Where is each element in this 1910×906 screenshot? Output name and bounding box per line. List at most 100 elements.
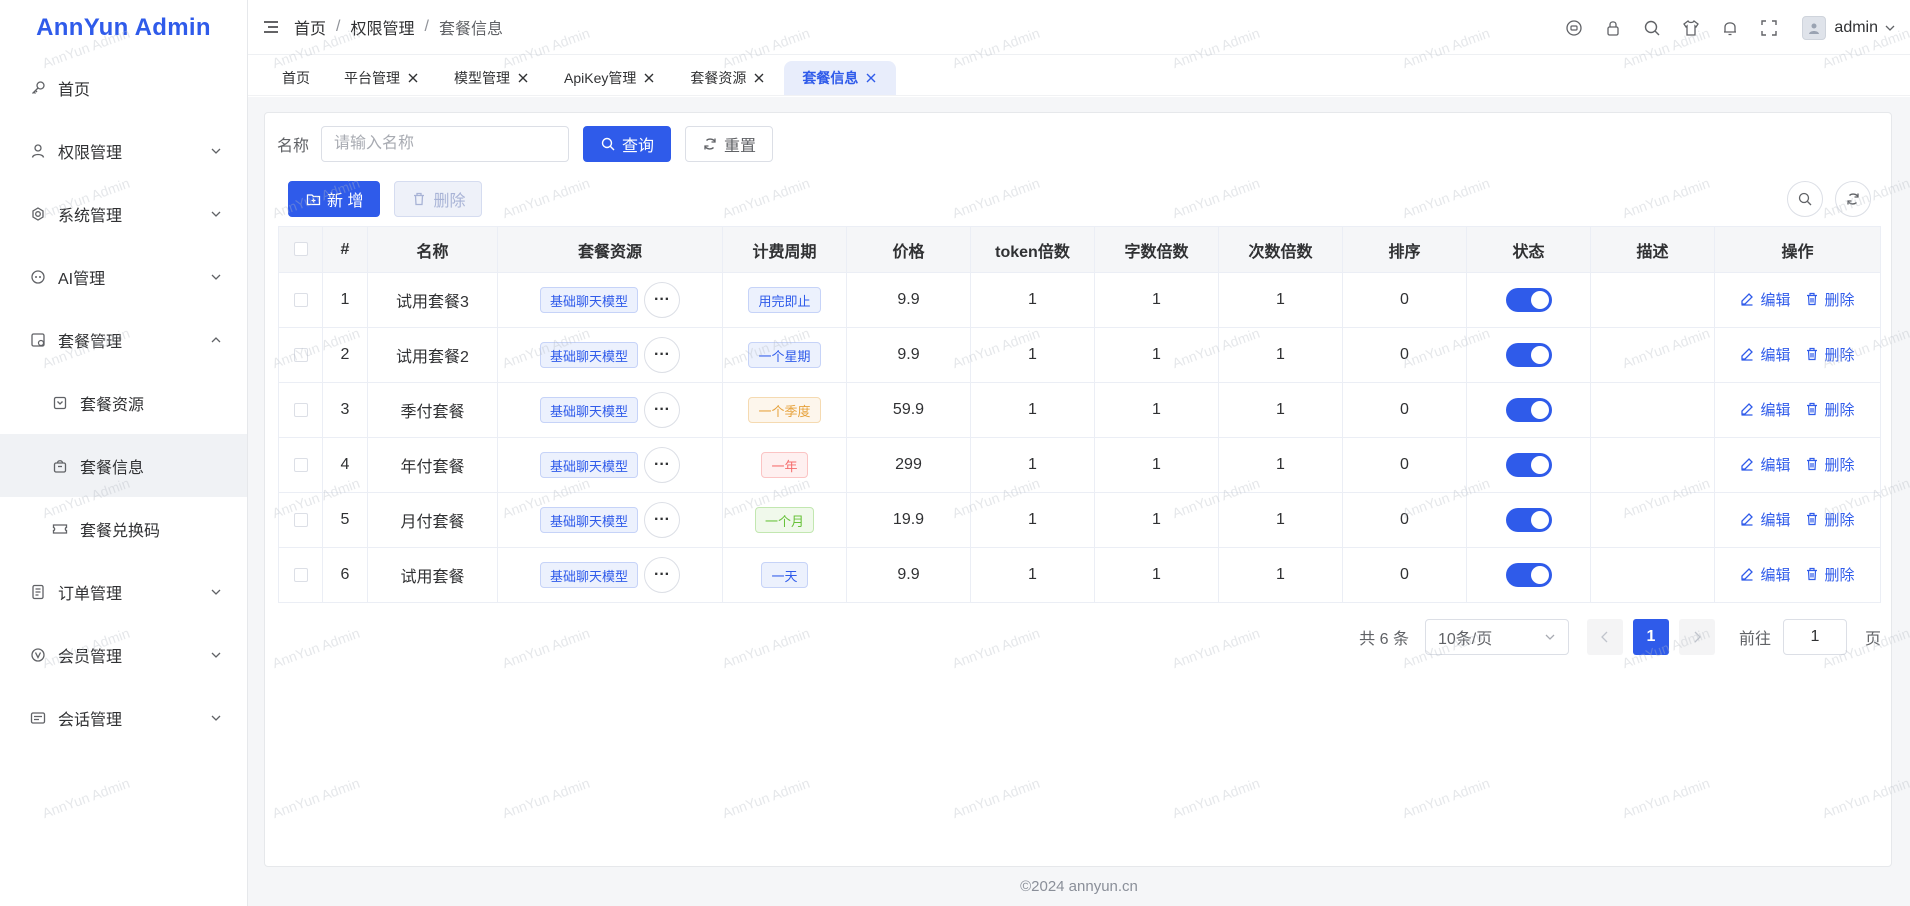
edit-button[interactable]: 编辑: [1740, 509, 1791, 530]
bag-icon: [50, 456, 70, 476]
status-toggle[interactable]: [1505, 288, 1552, 312]
chevron-down-icon[interactable]: [1884, 21, 1898, 35]
select-all-checkbox[interactable]: [293, 242, 308, 257]
sidebar-item-home[interactable]: 首页: [0, 56, 247, 119]
delete-button[interactable]: 删除: [1805, 509, 1855, 530]
add-button[interactable]: 新 增: [288, 181, 381, 217]
theme-shirt-icon[interactable]: [1681, 18, 1701, 38]
breadcrumb-item-home[interactable]: 首页: [294, 15, 326, 39]
batch-delete-button[interactable]: 删除: [394, 181, 483, 217]
search-icon: [600, 136, 616, 152]
cell-sort: 0: [1342, 492, 1467, 548]
resource-tag: 基础聊天模型: [539, 342, 638, 368]
sidebar-item-members[interactable]: 会员管理: [0, 623, 247, 686]
delete-label: 删除: [1824, 456, 1855, 474]
delete-button[interactable]: 删除: [1805, 289, 1855, 310]
status-toggle[interactable]: [1505, 453, 1552, 477]
lock-icon[interactable]: [1603, 18, 1623, 38]
breadcrumb-item-permissions[interactable]: 权限管理: [350, 15, 414, 39]
next-page-button[interactable]: [1678, 619, 1715, 655]
status-toggle[interactable]: [1505, 508, 1552, 532]
status-toggle[interactable]: [1505, 563, 1552, 587]
cell-price: 299: [846, 437, 971, 493]
toggle-knob: [1530, 401, 1549, 419]
avatar[interactable]: [1802, 15, 1827, 40]
close-icon[interactable]: [642, 71, 656, 85]
page-size-select[interactable]: 10条/页: [1424, 619, 1569, 655]
row-actions: 编辑 删除: [1733, 344, 1861, 365]
sidebar-item-package-resource[interactable]: 套餐资源: [0, 371, 247, 434]
sidebar-item-package-redeem[interactable]: 套餐兑换码: [0, 497, 247, 560]
row-checkbox[interactable]: [293, 567, 308, 582]
sidebar-item-orders[interactable]: 订单管理: [0, 560, 247, 623]
column-header: 计费周期: [722, 226, 847, 273]
status-toggle[interactable]: [1505, 398, 1552, 422]
close-icon[interactable]: [864, 71, 878, 85]
sidebar-item-package-info[interactable]: 套餐信息: [0, 434, 247, 497]
tab-model[interactable]: 模型管理: [438, 61, 546, 95]
name-search-input[interactable]: [321, 126, 570, 162]
more-resources-button[interactable]: ···: [644, 282, 680, 318]
edit-label: 编辑: [1760, 566, 1791, 584]
row-checkbox[interactable]: [293, 292, 308, 307]
cell-name: 试用套餐: [367, 547, 498, 603]
fullscreen-icon[interactable]: [1759, 18, 1779, 38]
tab-package-resource[interactable]: 套餐资源: [674, 61, 782, 95]
more-resources-button[interactable]: ···: [644, 447, 680, 483]
goto-page-input[interactable]: [1782, 619, 1847, 655]
row-select-cell: [278, 492, 323, 548]
toggle-search-button[interactable]: [1787, 181, 1823, 217]
cell-sort: 0: [1342, 327, 1467, 383]
prev-page-button[interactable]: [1586, 619, 1623, 655]
add-folder-icon: [305, 191, 321, 207]
more-resources-button[interactable]: ···: [644, 502, 680, 538]
menu-toggle-icon[interactable]: [262, 18, 280, 36]
row-actions: 编辑 删除: [1733, 564, 1861, 585]
cell-char-multiplier: 1: [1094, 492, 1219, 548]
query-button[interactable]: 查询: [583, 126, 672, 162]
row-checkbox[interactable]: [293, 512, 308, 527]
reset-button[interactable]: 重置: [685, 126, 774, 162]
github-icon[interactable]: [1564, 18, 1584, 38]
tab-platform[interactable]: 平台管理: [328, 61, 436, 95]
vip-icon: [28, 645, 48, 665]
delete-button[interactable]: 删除: [1805, 399, 1855, 420]
more-resources-button[interactable]: ···: [644, 392, 680, 428]
search-icon[interactable]: [1642, 18, 1662, 38]
tabs-bar: 首页 平台管理 模型管理 ApiKey管理 套餐资源 套餐信息: [248, 56, 1910, 96]
tab-apikey[interactable]: ApiKey管理: [548, 61, 672, 95]
edit-button[interactable]: 编辑: [1740, 344, 1791, 365]
close-icon[interactable]: [516, 71, 530, 85]
delete-label: 删除: [1824, 511, 1855, 529]
more-resources-button[interactable]: ···: [644, 337, 680, 373]
tab-home[interactable]: 首页: [266, 61, 326, 95]
delete-button[interactable]: 删除: [1805, 454, 1855, 475]
tab-package-info[interactable]: 套餐信息: [784, 61, 897, 95]
bell-icon[interactable]: [1720, 18, 1740, 38]
edit-button[interactable]: 编辑: [1740, 289, 1791, 310]
cell-status: [1466, 547, 1591, 603]
sidebar-item-sessions[interactable]: 会话管理: [0, 686, 247, 749]
sidebar-item-permissions[interactable]: 权限管理: [0, 119, 247, 182]
resource-icon: [50, 393, 70, 413]
sidebar-item-package[interactable]: 套餐管理: [0, 308, 247, 371]
more-resources-button[interactable]: ···: [644, 557, 680, 593]
edit-button[interactable]: 编辑: [1740, 454, 1791, 475]
sidebar-item-system[interactable]: 系统管理: [0, 182, 247, 245]
row-checkbox[interactable]: [293, 457, 308, 472]
close-icon[interactable]: [406, 71, 420, 85]
status-toggle[interactable]: [1505, 343, 1552, 367]
delete-button[interactable]: 删除: [1805, 344, 1855, 365]
user-name[interactable]: admin: [1834, 19, 1878, 37]
cell-resource: 基础聊天模型 ···: [497, 272, 723, 328]
close-icon[interactable]: [752, 71, 766, 85]
refresh-table-button[interactable]: [1835, 181, 1871, 217]
row-checkbox[interactable]: [293, 347, 308, 362]
delete-button[interactable]: 删除: [1805, 564, 1855, 585]
edit-button[interactable]: 编辑: [1740, 564, 1791, 585]
page-number-current[interactable]: 1: [1632, 619, 1669, 655]
edit-button[interactable]: 编辑: [1740, 399, 1791, 420]
sidebar-item-ai[interactable]: AI管理: [0, 245, 247, 308]
cell-name: 季付套餐: [367, 382, 498, 438]
row-checkbox[interactable]: [293, 402, 308, 417]
